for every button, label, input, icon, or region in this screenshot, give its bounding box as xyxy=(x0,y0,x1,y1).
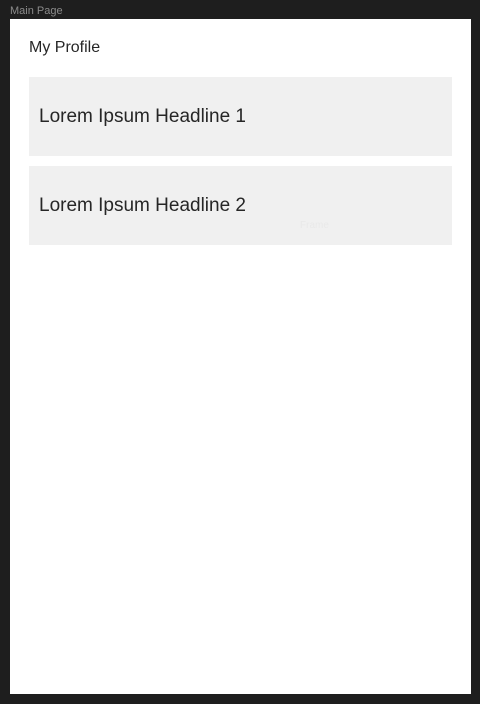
page-title: My Profile xyxy=(29,39,101,56)
card-headline: Lorem Ipsum Headline 2 xyxy=(39,195,246,216)
frame-layer-label: Frame xyxy=(300,220,329,231)
headline-card-1[interactable]: Lorem Ipsum Headline 1 xyxy=(29,77,452,156)
frame-name-label[interactable]: Main Page xyxy=(10,4,63,18)
card-headline: Lorem Ipsum Headline 1 xyxy=(39,106,246,127)
main-page-frame[interactable]: My Profile Lorem Ipsum Headline 1 Lorem … xyxy=(10,19,471,694)
headline-card-2[interactable]: Lorem Ipsum Headline 2 xyxy=(29,166,452,245)
design-canvas: Main Page My Profile Lorem Ipsum Headlin… xyxy=(0,0,480,704)
